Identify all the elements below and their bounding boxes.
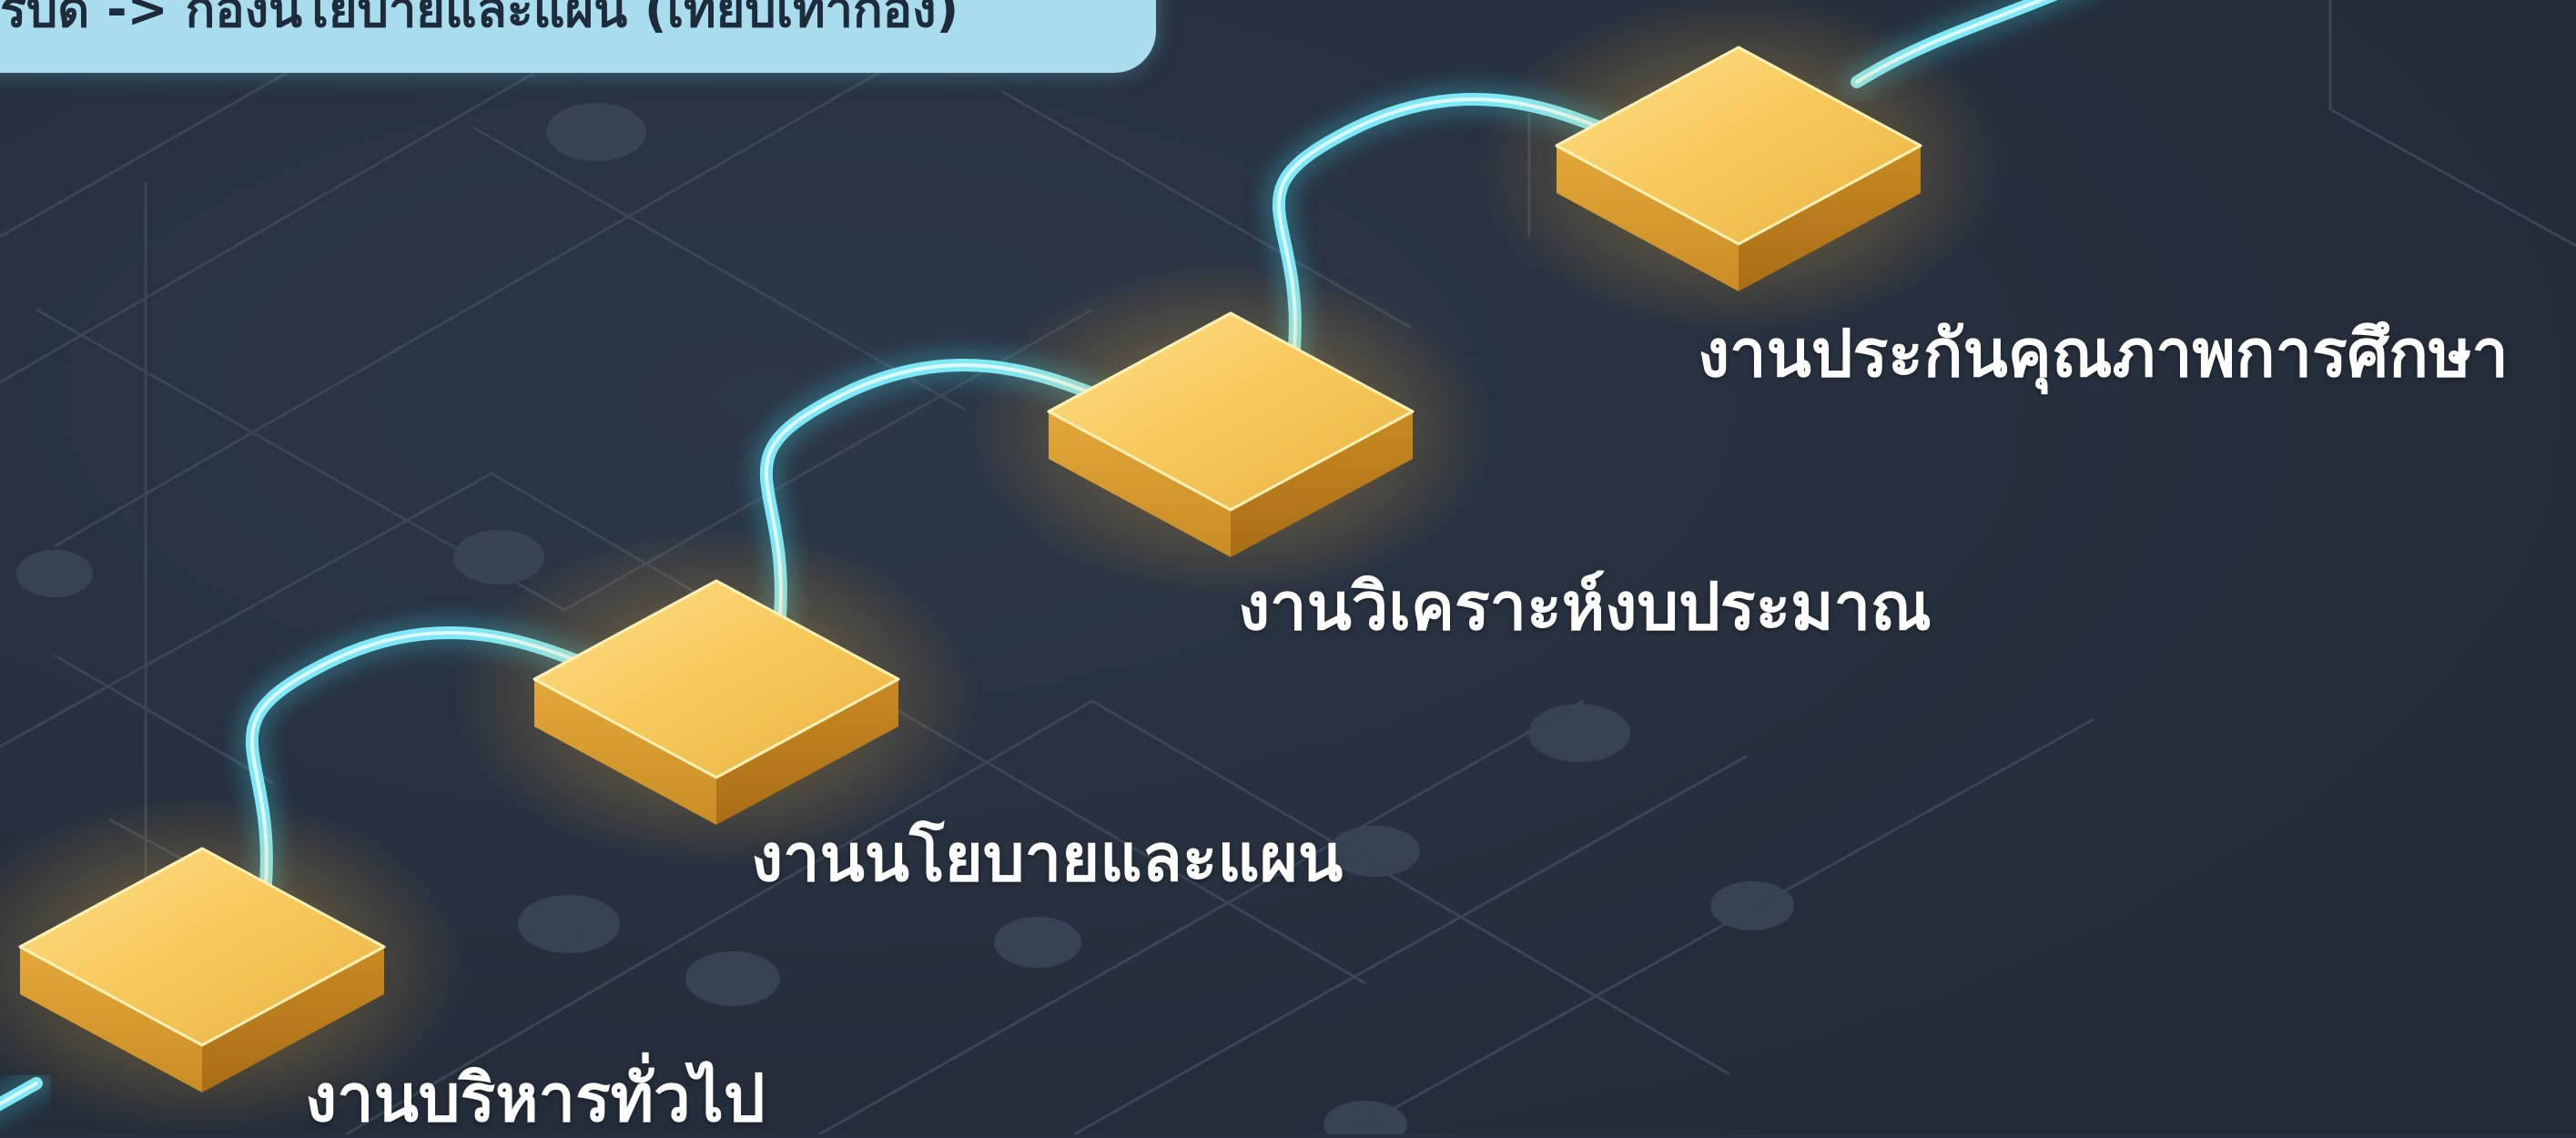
step-label-1: งานบริหารทั่วไป: [305, 1060, 766, 1136]
step-label-3: งานวิเคราะห์งบประมาณ: [1238, 568, 1932, 645]
circuit-node: [994, 917, 1081, 968]
circuit-node: [16, 550, 93, 597]
step-label-4: งานประกันคุณภาพการศึกษา: [1698, 315, 2509, 391]
circuit-node: [518, 895, 620, 953]
step-label-2: งานนโยบายและแผน: [751, 819, 1344, 896]
circuit-node: [685, 951, 780, 1006]
header-banner: รบด -> กองนโยบายและแผน (เทียบเท่ากอง): [0, 0, 1156, 73]
gold-block-icon: [967, 259, 1495, 601]
diagram-canvas: รบด -> กองนโยบายและแผน (เทียบเท่ากอง) งา…: [0, 0, 2576, 1138]
circuit-node: [1710, 881, 1794, 930]
gold-block-icon: [452, 526, 980, 869]
gold-block-icon: [1475, 0, 2003, 335]
header-title: รบด -> กองนโยบายและแผน (เทียบเท่ากอง): [0, 0, 959, 38]
circuit-node: [546, 103, 646, 161]
circuit-node: [1528, 704, 1630, 762]
process-diagram: [0, 0, 2576, 1138]
